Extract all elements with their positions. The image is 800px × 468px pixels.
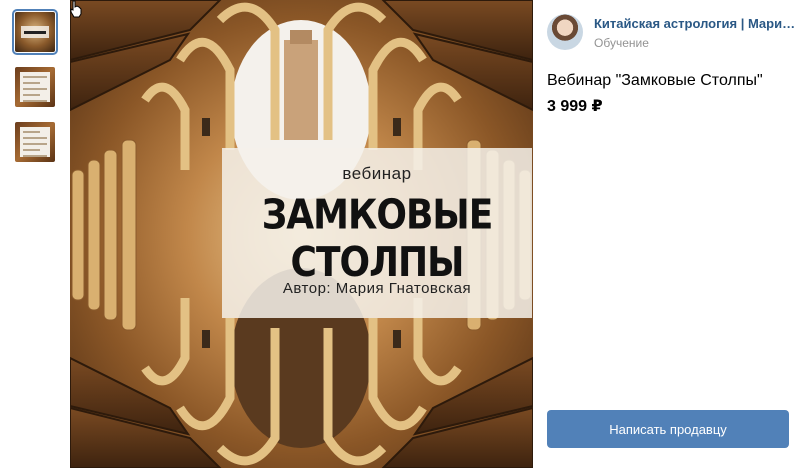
thumbnail-caption-mark (21, 26, 49, 38)
hand-cursor-icon (70, 0, 82, 18)
thumbnail-document (20, 127, 50, 157)
poster-overlay: вебинар ЗАМКОВЫЕ СТОЛПЫ Автор: Мария Гна… (222, 148, 532, 318)
poster-title: ЗАМКОВЫЕ СТОЛПЫ (261, 191, 494, 287)
market-item-view: вебинар ЗАМКОВЫЕ СТОЛПЫ Автор: Мария Гна… (0, 0, 800, 468)
thumbnail-1[interactable] (12, 9, 58, 55)
product-title: Вебинар "Замковые Столпы" (547, 72, 763, 89)
thumbnail-2[interactable] (15, 67, 55, 107)
product-info-panel: Китайская астрология | Мария Гнатовская … (533, 0, 800, 468)
seller-category: Обучение (594, 36, 649, 50)
thumbnail-strip (0, 0, 70, 468)
seller-name-link[interactable]: Китайская астрология | Мария Гнатовская (594, 16, 796, 31)
product-photo[interactable]: вебинар ЗАМКОВЫЕ СТОЛПЫ Автор: Мария Гна… (70, 0, 533, 468)
poster-subtitle: вебинар (342, 164, 412, 183)
poster-author: Автор: Мария Гнатовская (282, 280, 472, 297)
thumbnail-document (20, 72, 50, 102)
product-price: 3 999 ₽ (547, 98, 603, 115)
contact-seller-button[interactable]: Написать продавцу (547, 410, 789, 448)
seller-avatar[interactable] (547, 14, 583, 50)
thumbnail-3[interactable] (15, 122, 55, 162)
